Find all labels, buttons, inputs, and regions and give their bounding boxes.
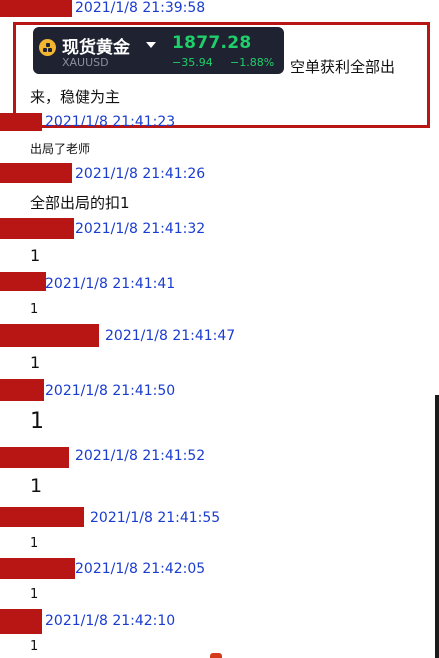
redacted-username (0, 218, 74, 239)
message-text: 1 (30, 246, 41, 265)
redacted-username (0, 609, 42, 634)
redacted-username (0, 163, 72, 183)
message-text: 1 (30, 353, 41, 372)
message-text: 1 (30, 639, 39, 654)
quote-name: 现货黄金 (62, 38, 130, 58)
message-text: 1 (30, 475, 43, 497)
message-timestamp: 2021/1/8 21:41:41 (45, 276, 176, 292)
quote-symbol: XAUUSD (62, 56, 109, 69)
redacted-username (0, 113, 42, 131)
message-timestamp: 2021/1/8 21:39:58 (75, 0, 206, 16)
message-text: 空单获利全部出 (290, 58, 396, 76)
redacted-username (0, 0, 72, 17)
redacted-username (0, 272, 46, 291)
redacted-username (0, 379, 44, 401)
unread-indicator (210, 653, 222, 658)
quote-card[interactable]: 现货黄金 XAUUSD 1877.28 −35.94 −1.88% (33, 27, 284, 74)
message-text: 1 (30, 536, 39, 551)
message-timestamp: 2021/1/8 21:42:05 (75, 561, 206, 577)
message-timestamp: 2021/1/8 21:41:47 (105, 328, 236, 344)
message-timestamp: 2021/1/8 21:41:52 (75, 448, 206, 464)
message-text: 出局了老师 (30, 142, 91, 156)
message-text: 来，稳健为主 (30, 88, 121, 106)
message-timestamp: 2021/1/8 21:41:50 (45, 383, 176, 399)
message-timestamp: 2021/1/8 21:41:26 (75, 166, 206, 182)
caret-down-icon[interactable] (146, 42, 156, 48)
message-text: 1 (30, 587, 39, 602)
scrollbar[interactable] (435, 395, 439, 658)
gold-coin-icon (39, 39, 56, 56)
redacted-username (0, 447, 69, 468)
message-text: 1 (30, 302, 39, 317)
quote-change: −35.94 (172, 56, 213, 69)
message-timestamp: 2021/1/8 21:41:23 (45, 114, 176, 130)
quote-change-percent: −1.88% (230, 56, 275, 69)
redacted-username (0, 558, 75, 579)
message-timestamp: 2021/1/8 21:42:10 (45, 613, 176, 629)
redacted-username (0, 324, 99, 347)
message-text: 全部出局的扣1 (30, 194, 130, 212)
quote-price: 1877.28 (172, 33, 252, 53)
redacted-username (0, 507, 84, 527)
message-timestamp: 2021/1/8 21:41:32 (75, 221, 206, 237)
message-text: 1 (30, 409, 44, 434)
message-timestamp: 2021/1/8 21:41:55 (90, 510, 221, 526)
